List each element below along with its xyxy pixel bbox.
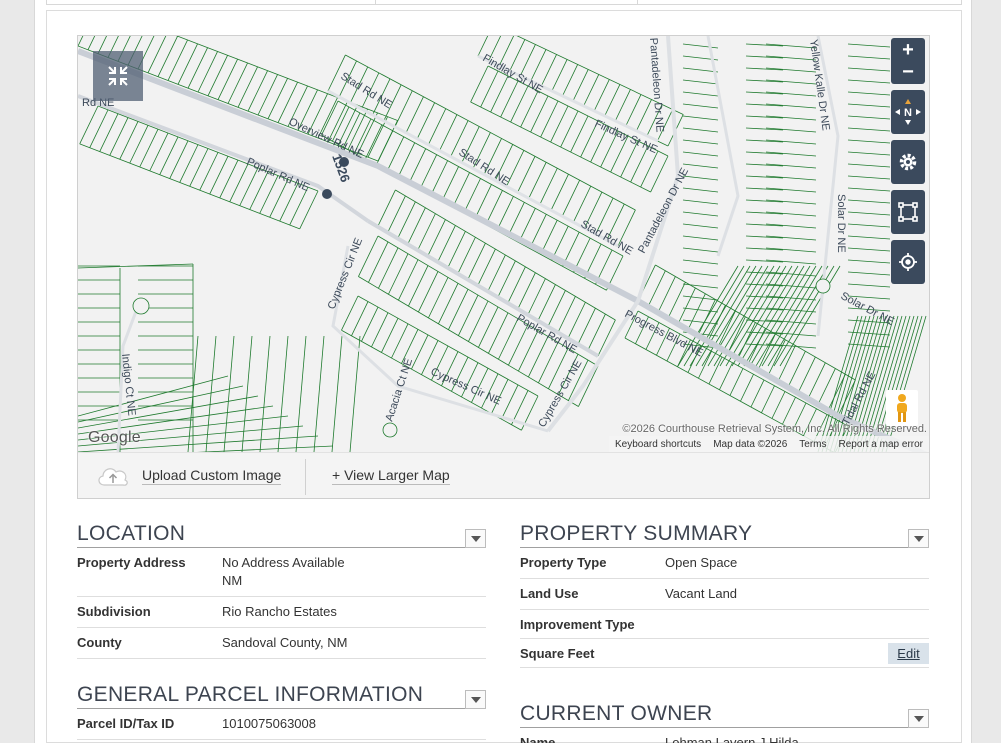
row-label: Name — [520, 735, 556, 743]
top-strip — [46, 0, 962, 5]
view-larger-map-link[interactable]: + View Larger Map — [332, 467, 450, 485]
table-row: Name Lohman Lavern J Hilda — [520, 728, 929, 743]
cloud-upload-icon — [98, 468, 128, 486]
row-value: Sandoval County, NM — [222, 635, 348, 650]
street-view-button[interactable] — [886, 390, 918, 426]
parcel-map[interactable]: Overview Rd NE Poplar Rd NE Poplar Rd NE… — [78, 36, 929, 452]
draw-area-button[interactable] — [891, 190, 925, 234]
section-title: PROPERTY SUMMARY — [520, 522, 753, 545]
map-footer-links: Keyboard shortcuts Map data ©2026 Terms … — [609, 436, 929, 452]
select-area-icon — [898, 202, 918, 222]
row-value: Lohman Lavern J Hilda — [665, 735, 799, 743]
keyboard-shortcuts-link[interactable]: Keyboard shortcuts — [615, 439, 701, 450]
upload-custom-image-button[interactable]: Upload Custom Image — [96, 463, 282, 489]
row-label: Improvement Type — [520, 617, 635, 632]
locate-button[interactable] — [891, 240, 925, 284]
gear-icon — [899, 153, 917, 171]
map-container: Overview Rd NE Poplar Rd NE Poplar Rd NE… — [77, 35, 930, 499]
street-label: Solar Dr NE — [839, 290, 896, 328]
parcel-marker[interactable]: 1526 — [322, 152, 353, 199]
terms-link[interactable]: Terms — [799, 439, 826, 450]
map-toolbar: Upload Custom Image + View Larger Map — [78, 452, 929, 498]
general-parcel-header: GENERAL PARCEL INFORMATION — [77, 683, 486, 709]
current-owner-collapse-button[interactable] — [908, 709, 929, 728]
property-summary-collapse-button[interactable] — [908, 529, 929, 548]
row-label: Parcel ID/Tax ID — [77, 716, 175, 731]
row-label: Subdivision — [77, 604, 151, 619]
current-owner-section: CURRENT OWNER Name Lohman Lavern J Hilda — [520, 702, 929, 743]
row-label: Property Type — [520, 555, 607, 570]
row-label: Land Use — [520, 586, 579, 601]
location-header: LOCATION — [77, 522, 486, 548]
compass-icon: N — [895, 99, 921, 125]
svg-text:N: N — [904, 107, 912, 119]
edit-square-feet-button[interactable]: Edit — [888, 643, 929, 664]
street-label: Findlay St NE — [481, 52, 545, 96]
map-data-label: Map data ©2026 — [713, 438, 788, 450]
property-summary-section: PROPERTY SUMMARY Property Type Open Spac… — [520, 522, 929, 668]
row-label: Square Feet — [520, 646, 595, 661]
table-row: County Sandoval County, NM — [77, 628, 486, 659]
row-label: Property Address — [77, 555, 186, 570]
row-label: County — [77, 635, 122, 650]
street-label: Pantadeleon Dr NE — [647, 37, 666, 132]
zoom-in-button[interactable]: + — [902, 39, 914, 61]
map-canvas[interactable]: Overview Rd NE Poplar Rd NE Poplar Rd NE… — [78, 36, 929, 452]
current-owner-header: CURRENT OWNER — [520, 702, 929, 728]
row-value: No Address Available NM — [222, 555, 345, 588]
row-value: 1010075063008 — [222, 716, 316, 731]
pegman-icon — [897, 394, 907, 422]
street-label: Stad Rd NE — [579, 218, 635, 257]
upload-custom-image-label: Upload Custom Image — [142, 467, 282, 485]
street-label: Cypress Cir NE — [326, 236, 366, 311]
map-settings-button[interactable] — [891, 140, 925, 184]
table-row: Improvement Type — [520, 610, 929, 639]
compass-button[interactable]: N — [891, 90, 925, 134]
row-value: Open Space — [665, 555, 738, 570]
collapse-icon — [108, 66, 128, 86]
collapse-map-button[interactable] — [93, 51, 143, 101]
row-value: Rio Rancho Estates — [222, 604, 337, 619]
section-title: CURRENT OWNER — [520, 702, 713, 725]
general-parcel-collapse-button[interactable] — [465, 690, 486, 709]
general-parcel-section: GENERAL PARCEL INFORMATION Parcel ID/Tax… — [77, 683, 486, 740]
section-title: LOCATION — [77, 522, 186, 545]
google-logo: Google — [88, 429, 141, 446]
table-row: Square Feet Edit — [520, 639, 929, 668]
table-row: Property Type Open Space — [520, 548, 929, 579]
property-summary-header: PROPERTY SUMMARY — [520, 522, 929, 548]
table-row: Subdivision Rio Rancho Estates — [77, 597, 486, 628]
street-label: Poplar Rd NE — [515, 312, 579, 356]
location-section: LOCATION Property Address No Address Ava… — [77, 522, 486, 659]
row-value: Vacant Land — [665, 586, 738, 601]
table-row: Property Address No Address Available NM — [77, 548, 486, 597]
crosshair-icon — [899, 253, 917, 271]
table-row: Parcel ID/Tax ID 1010075063008 — [77, 709, 486, 740]
zoom-out-button[interactable]: − — [902, 61, 914, 83]
location-collapse-button[interactable] — [465, 529, 486, 548]
map-copyright: ©2026 Courthouse Retrieval System, Inc. … — [622, 423, 927, 435]
report-map-error-link[interactable]: Report a map error — [839, 439, 923, 450]
street-label: Solar Dr NE — [835, 194, 847, 253]
zoom-controls: + − — [891, 38, 925, 84]
toolbar-divider — [305, 459, 306, 495]
table-row: Land Use Vacant Land — [520, 579, 929, 610]
section-title: GENERAL PARCEL INFORMATION — [77, 683, 424, 706]
